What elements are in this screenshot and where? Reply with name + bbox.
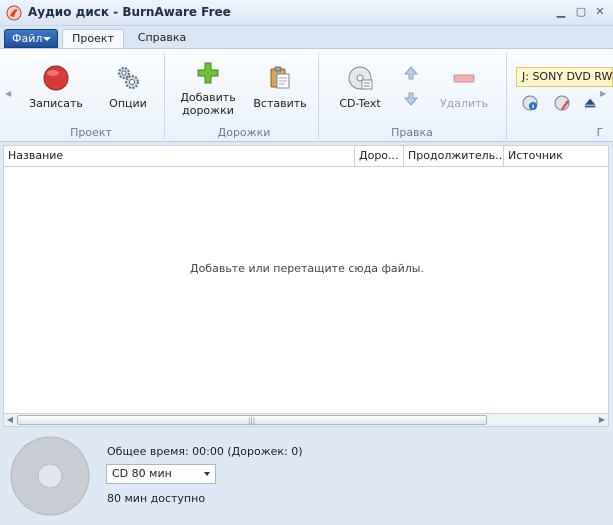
add-tracks-label-line1: Добавить (180, 91, 236, 104)
status-panel: Общее время: 00:00 (Дорожек: 0) CD 80 ми… (0, 428, 613, 525)
burn-icon (43, 65, 69, 91)
scroll-left-arrow-icon[interactable]: ◀ (4, 415, 16, 425)
delete-label: Удалить (439, 97, 489, 110)
clipboard-icon (270, 66, 290, 89)
minimize-button[interactable]: ▁ (554, 5, 568, 19)
minus-icon (453, 74, 475, 83)
options-button[interactable]: Опции (102, 65, 154, 115)
tab-project[interactable]: Проект (62, 29, 124, 49)
maximize-button[interactable]: ▢ (574, 5, 588, 19)
scrollbar-grip-icon: ||| (248, 417, 256, 425)
add-plus-icon (197, 62, 219, 84)
group-separator (506, 53, 507, 139)
erase-disc-icon[interactable] (554, 95, 570, 111)
disc-info-icon[interactable] (522, 95, 538, 111)
track-list-header: Название Доро... Продолжитель... Источни… (3, 145, 609, 167)
disc-type-select[interactable]: CD 80 мин (106, 464, 216, 484)
paste-label: Вставить (253, 97, 307, 110)
group-label-drive: Г (596, 126, 604, 139)
cd-text-label: CD-Text (339, 97, 381, 110)
close-button[interactable]: ✕ (593, 5, 607, 19)
scroll-right-arrow-icon[interactable]: ▶ (596, 415, 608, 425)
group-label-project: Проект (70, 126, 112, 139)
available-space-text: 80 мин доступно (107, 492, 206, 505)
add-tracks-button[interactable]: Добавить дорожки (176, 61, 240, 119)
column-header-source[interactable]: Источник (504, 146, 608, 166)
file-menu-button[interactable]: Файл (4, 29, 58, 48)
delete-button[interactable]: Удалить (436, 65, 492, 115)
eject-icon[interactable] (584, 95, 598, 111)
cd-text-icon (348, 66, 373, 90)
move-up-icon[interactable] (403, 65, 419, 81)
total-time-text: Общее время: 00:00 (Дорожек: 0) (107, 445, 303, 458)
add-tracks-label-line2: дорожки (182, 104, 234, 117)
burn-button[interactable]: Записать (28, 65, 84, 115)
ribbon-scroll-right-icon[interactable]: ▶ (600, 89, 606, 99)
group-label-tracks: Дорожки (217, 126, 271, 139)
group-separator (318, 53, 319, 139)
disc-type-value: CD 80 мин (112, 467, 172, 480)
tab-help[interactable]: Справка (130, 29, 194, 49)
scrollbar-thumb[interactable]: ||| (17, 415, 487, 425)
options-label: Опции (109, 97, 147, 110)
paste-button[interactable]: Вставить (250, 65, 310, 115)
column-header-track[interactable]: Доро... (355, 146, 404, 166)
title-bar: Аудио диск - BurnAware Free ▁ ▢ ✕ (0, 0, 613, 26)
file-menu-label: Файл (12, 32, 43, 45)
drive-selector[interactable]: J: SONY DVD RW (516, 67, 613, 87)
ribbon: ◀ Записать Опции Проект Добавить дорожки (0, 48, 613, 142)
chevron-down-icon (43, 37, 51, 41)
move-down-icon[interactable] (403, 91, 419, 107)
column-header-name[interactable]: Название (4, 146, 355, 166)
window-title: Аудио диск - BurnAware Free (28, 5, 231, 19)
horizontal-scrollbar[interactable]: ◀ ||| ▶ (3, 413, 609, 427)
burnaware-app-icon (6, 5, 22, 21)
group-label-edit: Правка (391, 126, 433, 139)
menu-tabs-row: Файл Проект Справка (0, 26, 613, 49)
empty-list-message: Добавьте или перетащите сюда файлы. (189, 262, 424, 275)
disc-capacity-icon (10, 436, 90, 516)
track-list[interactable]: Добавьте или перетащите сюда файлы. (3, 167, 609, 413)
column-header-duration[interactable]: Продолжитель... (404, 146, 504, 166)
cd-text-button[interactable]: CD-Text (332, 65, 388, 115)
group-separator (164, 53, 165, 139)
gear-icon (118, 67, 139, 89)
ribbon-scroll-left-icon[interactable]: ◀ (5, 89, 11, 99)
chevron-down-icon (204, 472, 210, 476)
burn-label: Записать (29, 97, 83, 110)
